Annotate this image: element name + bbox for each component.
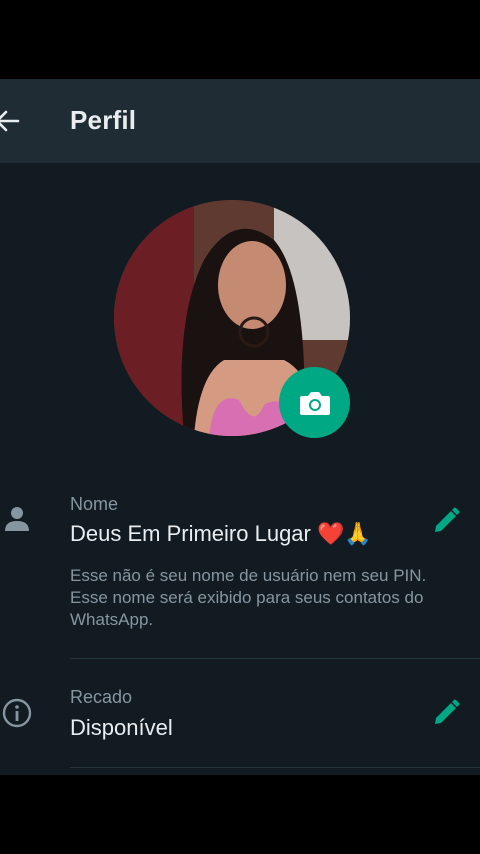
profile-screen: Perfil Nome Deus Em Primeiro Lugar ❤️🙏 E… <box>0 79 480 775</box>
edit-about-pencil-icon[interactable] <box>432 699 460 727</box>
divider <box>70 658 480 659</box>
info-icon <box>2 698 32 728</box>
arrow-back-icon[interactable] <box>0 109 20 133</box>
divider <box>70 767 480 768</box>
camera-icon <box>299 391 330 415</box>
name-label: Nome <box>70 494 119 514</box>
change-photo-button[interactable] <box>279 367 350 438</box>
about-value[interactable]: Disponível <box>70 715 173 741</box>
name-help-text: Esse não é seu nome de usuário nem seu P… <box>70 566 427 629</box>
about-label: Recado <box>70 687 133 707</box>
edit-name-pencil-icon[interactable] <box>432 507 460 535</box>
page-title: Perfil <box>70 105 137 135</box>
app-bar: Perfil <box>0 79 480 163</box>
person-icon <box>5 507 29 531</box>
name-value[interactable]: Deus Em Primeiro Lugar ❤️🙏 <box>70 521 372 547</box>
